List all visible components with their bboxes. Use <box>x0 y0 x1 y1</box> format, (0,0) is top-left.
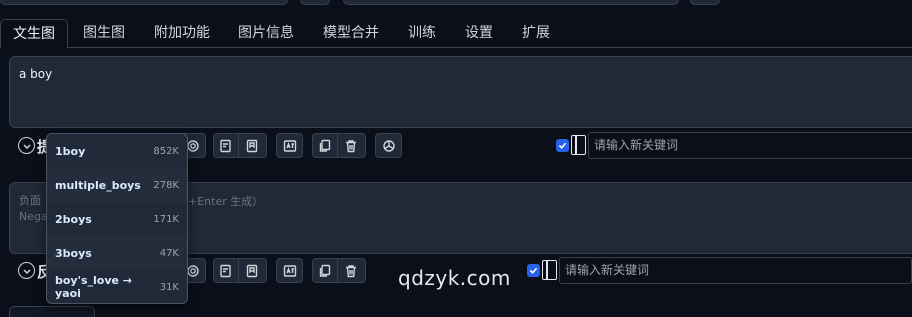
autocomplete-item[interactable]: boy's_love → yaoi 31K <box>47 270 187 303</box>
tab-extensions[interactable]: 扩展 <box>510 19 562 48</box>
negative-btn-group-4 <box>312 258 366 283</box>
top-dropdown-left[interactable] <box>0 0 288 5</box>
autocomplete-count: 47K <box>159 247 179 259</box>
autocomplete-count: 31K <box>159 281 179 293</box>
prompt-btn-group-2 <box>213 133 267 158</box>
collapse-circle-icon[interactable] <box>18 262 35 279</box>
translate-icon[interactable] <box>277 259 302 282</box>
prompt-btn-group-5 <box>375 133 402 158</box>
keyword-input[interactable]: 请输入新关键词 <box>559 257 912 284</box>
negative-btn-group-2 <box>213 258 267 283</box>
tab-checkpoint-merger[interactable]: 模型合并 <box>311 19 391 48</box>
negative-btn-group-3 <box>276 258 303 283</box>
autocomplete-tag: boy's_love → yaoi <box>55 274 133 300</box>
negative-placeholder-tail: +Enter 生成） <box>188 195 264 208</box>
autocomplete-count: 278K <box>153 179 179 191</box>
history-list-icon[interactable] <box>214 134 239 157</box>
bottom-tab-button[interactable] <box>9 306 95 317</box>
autocomplete-item[interactable]: multiple_boys 278K <box>47 168 187 202</box>
prompt-btn-group-3 <box>276 133 303 158</box>
autocomplete-item[interactable]: 1boy 852K <box>47 134 187 168</box>
autocomplete-count: 171K <box>153 213 179 225</box>
openai-icon[interactable] <box>376 134 401 157</box>
keyword-checkbox[interactable] <box>527 264 540 277</box>
bookmark-icon[interactable] <box>239 259 264 282</box>
tab-txt2img[interactable]: 文生图 <box>0 19 68 49</box>
autocomplete-count: 852K <box>153 145 179 157</box>
main-tabs: 文生图 图生图 附加功能 图片信息 模型合并 训练 设置 扩展 <box>0 19 912 49</box>
keyword-checkbox[interactable] <box>556 139 569 152</box>
tab-png-info[interactable]: 图片信息 <box>226 19 306 48</box>
copy-icon[interactable] <box>313 259 338 282</box>
bookmark-icon[interactable] <box>239 134 264 157</box>
autocomplete-tag: 3boys <box>55 246 92 260</box>
tab-settings[interactable]: 设置 <box>453 19 505 48</box>
top-controls-strip <box>0 0 912 8</box>
tab-extras[interactable]: 附加功能 <box>142 19 222 48</box>
prompt-textarea[interactable]: a boy <box>9 56 912 128</box>
book-icon[interactable] <box>571 135 586 155</box>
history-list-icon[interactable] <box>214 259 239 282</box>
autocomplete-tag: 2boys <box>55 212 92 226</box>
autocomplete-item[interactable]: 3boys 47K <box>47 236 187 270</box>
negative-placeholder-line1: 负面 <box>19 194 41 207</box>
autocomplete-item[interactable]: 2boys 171K <box>47 202 187 236</box>
autocomplete-tag: 1boy <box>55 144 86 158</box>
top-dropdown-right[interactable] <box>343 0 679 5</box>
trash-icon[interactable] <box>338 259 363 282</box>
negative-placeholder-line2: Nega <box>19 210 48 223</box>
tab-train[interactable]: 训练 <box>396 19 448 48</box>
keyword-input[interactable]: 请输入新关键词 <box>588 132 912 159</box>
prompt-btn-group-4 <box>312 133 366 158</box>
tab-img2img[interactable]: 图生图 <box>71 19 137 48</box>
copy-icon[interactable] <box>313 134 338 157</box>
negative-placeholder: 负面 Nega <box>19 193 48 225</box>
collapse-circle-icon[interactable] <box>18 137 35 154</box>
prompt-value: a boy <box>19 67 53 81</box>
trash-icon[interactable] <box>338 134 363 157</box>
top-button-small[interactable] <box>300 0 330 5</box>
translate-icon[interactable] <box>277 134 302 157</box>
autocomplete-tag: multiple_boys <box>55 178 141 192</box>
watermark-text: qdzyk.com <box>398 266 511 290</box>
book-icon[interactable] <box>542 260 557 280</box>
top-button-right[interactable] <box>690 0 720 5</box>
tag-autocomplete-dropdown: 1boy 852K multiple_boys 278K 2boys 171K … <box>46 133 188 304</box>
